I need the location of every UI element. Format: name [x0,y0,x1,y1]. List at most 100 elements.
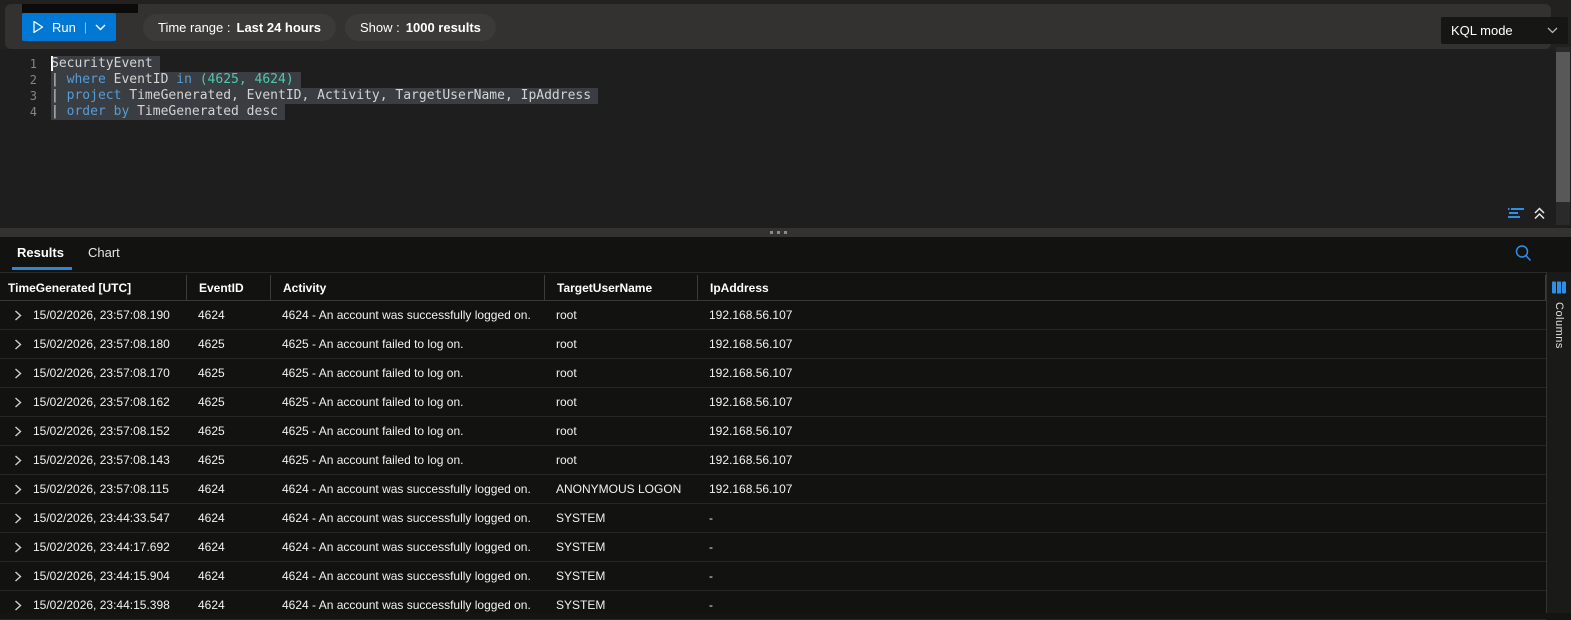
table-row[interactable]: 15/02/2026, 23:44:33.547 4624 4624 - An … [0,504,1546,533]
cell-eventid: 4624 [198,540,225,554]
kql-mode-label: KQL mode [1451,23,1513,38]
editor-line[interactable]: 3 | project TimeGenerated, EventID, Acti… [0,88,599,104]
expand-row-icon[interactable] [14,570,22,582]
columns-icon[interactable] [1552,281,1566,294]
line-number: 1 [29,57,37,71]
cell-activity: 4624 - An account was successfully logge… [282,598,531,612]
expand-row-icon[interactable] [14,309,22,321]
pane-splitter[interactable] [0,228,1571,237]
table-body: 15/02/2026, 23:57:08.190 4624 4624 - An … [0,301,1546,620]
editor-line[interactable]: 2 | where EventID in (4625, 4624) [0,72,598,88]
cell-timegenerated: 15/02/2026, 23:57:08.190 [0,308,186,322]
header-ipaddress[interactable]: IpAddress [697,275,1546,300]
expand-row-icon[interactable] [14,454,22,466]
columns-side-panel: Columns [1546,272,1571,613]
editor-scrollbar-thumb[interactable] [1556,52,1570,202]
editor-line[interactable]: 1 SecurityEvent [0,56,598,72]
cell-activity: 4624 - An account was successfully logge… [282,511,531,525]
tab-results[interactable]: Results [17,245,64,260]
expand-row-icon[interactable] [14,541,22,553]
cell-ipaddress: 192.168.56.107 [709,366,793,380]
table-row[interactable]: 15/02/2026, 23:44:15.398 4624 4624 - An … [0,591,1546,620]
cell-targetusername: SYSTEM [556,511,606,525]
line-content[interactable]: SecurityEvent [51,56,160,72]
cell-eventid: 4624 [198,569,225,583]
query-tab-edge [22,4,138,13]
run-button[interactable]: Run | [22,13,116,41]
cell-ipaddress: 192.168.56.107 [709,337,793,351]
expand-row-icon[interactable] [14,338,22,350]
kql-mode-dropdown[interactable]: KQL mode [1441,17,1568,44]
cell-eventid: 4625 [198,424,225,438]
expand-row-icon[interactable] [14,599,22,611]
table-row[interactable]: 15/02/2026, 23:44:17.692 4624 4624 - An … [0,533,1546,562]
cell-timegenerated: 15/02/2026, 23:44:33.547 [0,511,186,525]
expand-row-icon[interactable] [14,512,22,524]
show-value: 1000 results [405,20,481,35]
table-row[interactable]: 15/02/2026, 23:44:15.904 4624 4624 - An … [0,562,1546,591]
table-row[interactable]: 15/02/2026, 23:57:08.180 4625 4625 - An … [0,330,1546,359]
cell-eventid: 4624 [198,511,225,525]
time-range-picker[interactable]: Time range : Last 24 hours [143,14,337,41]
cell-ipaddress: 192.168.56.107 [709,395,793,409]
editor-line[interactable]: 4 | order by TimeGenerated desc [0,104,598,120]
line-content[interactable]: | order by TimeGenerated desc [51,104,285,120]
time-range-value: Last 24 hours [236,20,322,35]
editor-scrollbar[interactable] [1556,47,1570,225]
results-pane: Results Chart TimeGenerated [UTC] EventI… [0,237,1571,620]
cell-ipaddress: - [709,569,713,583]
cell-targetusername: SYSTEM [556,540,606,554]
time-range-label: Time range : [158,20,231,35]
timegenerated-value: 15/02/2026, 23:57:08.143 [33,453,170,467]
cell-activity: 4624 - An account was successfully logge… [282,540,531,554]
toolbar-zone: Run | Time range : Last 24 hours Show : … [0,0,1571,49]
collapse-editor-icon[interactable] [1533,206,1546,220]
header-targetusername[interactable]: TargetUserName [544,275,697,300]
cell-activity: 4624 - An account was successfully logge… [282,308,531,322]
table-row[interactable]: 15/02/2026, 23:57:08.170 4625 4625 - An … [0,359,1546,388]
splitter-grip-icon[interactable] [770,231,787,234]
cell-targetusername: root [556,424,577,438]
table-row[interactable]: 15/02/2026, 23:57:08.162 4625 4625 - An … [0,388,1546,417]
cell-activity: 4625 - An account failed to log on. [282,424,464,438]
cell-timegenerated: 15/02/2026, 23:44:17.692 [0,540,186,554]
expand-row-icon[interactable] [14,367,22,379]
table-row[interactable]: 15/02/2026, 23:57:08.143 4625 4625 - An … [0,446,1546,475]
cell-targetusername: root [556,366,577,380]
line-content[interactable]: | project TimeGenerated, EventID, Activi… [51,88,599,104]
expand-row-icon[interactable] [14,425,22,437]
cell-timegenerated: 15/02/2026, 23:57:08.115 [0,482,186,496]
tab-chart[interactable]: Chart [88,245,120,260]
table-row[interactable]: 15/02/2026, 23:57:08.115 4624 4624 - An … [0,475,1546,504]
cell-targetusername: root [556,337,577,351]
cell-timegenerated: 15/02/2026, 23:44:15.904 [0,569,186,583]
table-row[interactable]: 15/02/2026, 23:57:08.190 4624 4624 - An … [0,301,1546,330]
expand-row-icon[interactable] [14,483,22,495]
header-eventid[interactable]: EventID [186,275,270,300]
table-row[interactable]: 15/02/2026, 23:57:08.152 4625 4625 - An … [0,417,1546,446]
expand-row-icon[interactable] [14,396,22,408]
run-button-label: Run [52,19,76,35]
format-query-icon[interactable] [1506,206,1526,220]
active-tab-underline [12,267,72,270]
show-results-picker[interactable]: Show : 1000 results [345,14,496,41]
chevron-down-icon[interactable] [95,24,106,31]
search-icon[interactable] [1514,244,1533,263]
timegenerated-value: 15/02/2026, 23:44:17.692 [33,540,170,554]
cell-ipaddress: - [709,540,713,554]
cell-activity: 4624 - An account was successfully logge… [282,569,531,583]
cell-ipaddress: 192.168.56.107 [709,453,793,467]
play-icon [32,20,44,34]
timegenerated-value: 15/02/2026, 23:57:08.190 [33,308,170,322]
editor-lines[interactable]: 1 SecurityEvent 2 | where EventID in (46… [0,56,599,120]
line-content[interactable]: | where EventID in (4625, 4624) [51,72,301,88]
timegenerated-value: 15/02/2026, 23:44:15.904 [33,569,170,583]
header-timegenerated[interactable]: TimeGenerated [UTC] [0,275,186,300]
results-tabs-row: Results Chart [0,237,1571,273]
timegenerated-value: 15/02/2026, 23:57:08.162 [33,395,170,409]
header-activity[interactable]: Activity [270,275,544,300]
cell-eventid: 4624 [198,482,225,496]
columns-panel-label[interactable]: Columns [1553,302,1565,349]
timegenerated-value: 15/02/2026, 23:57:08.152 [33,424,170,438]
cell-ipaddress: 192.168.56.107 [709,482,793,496]
